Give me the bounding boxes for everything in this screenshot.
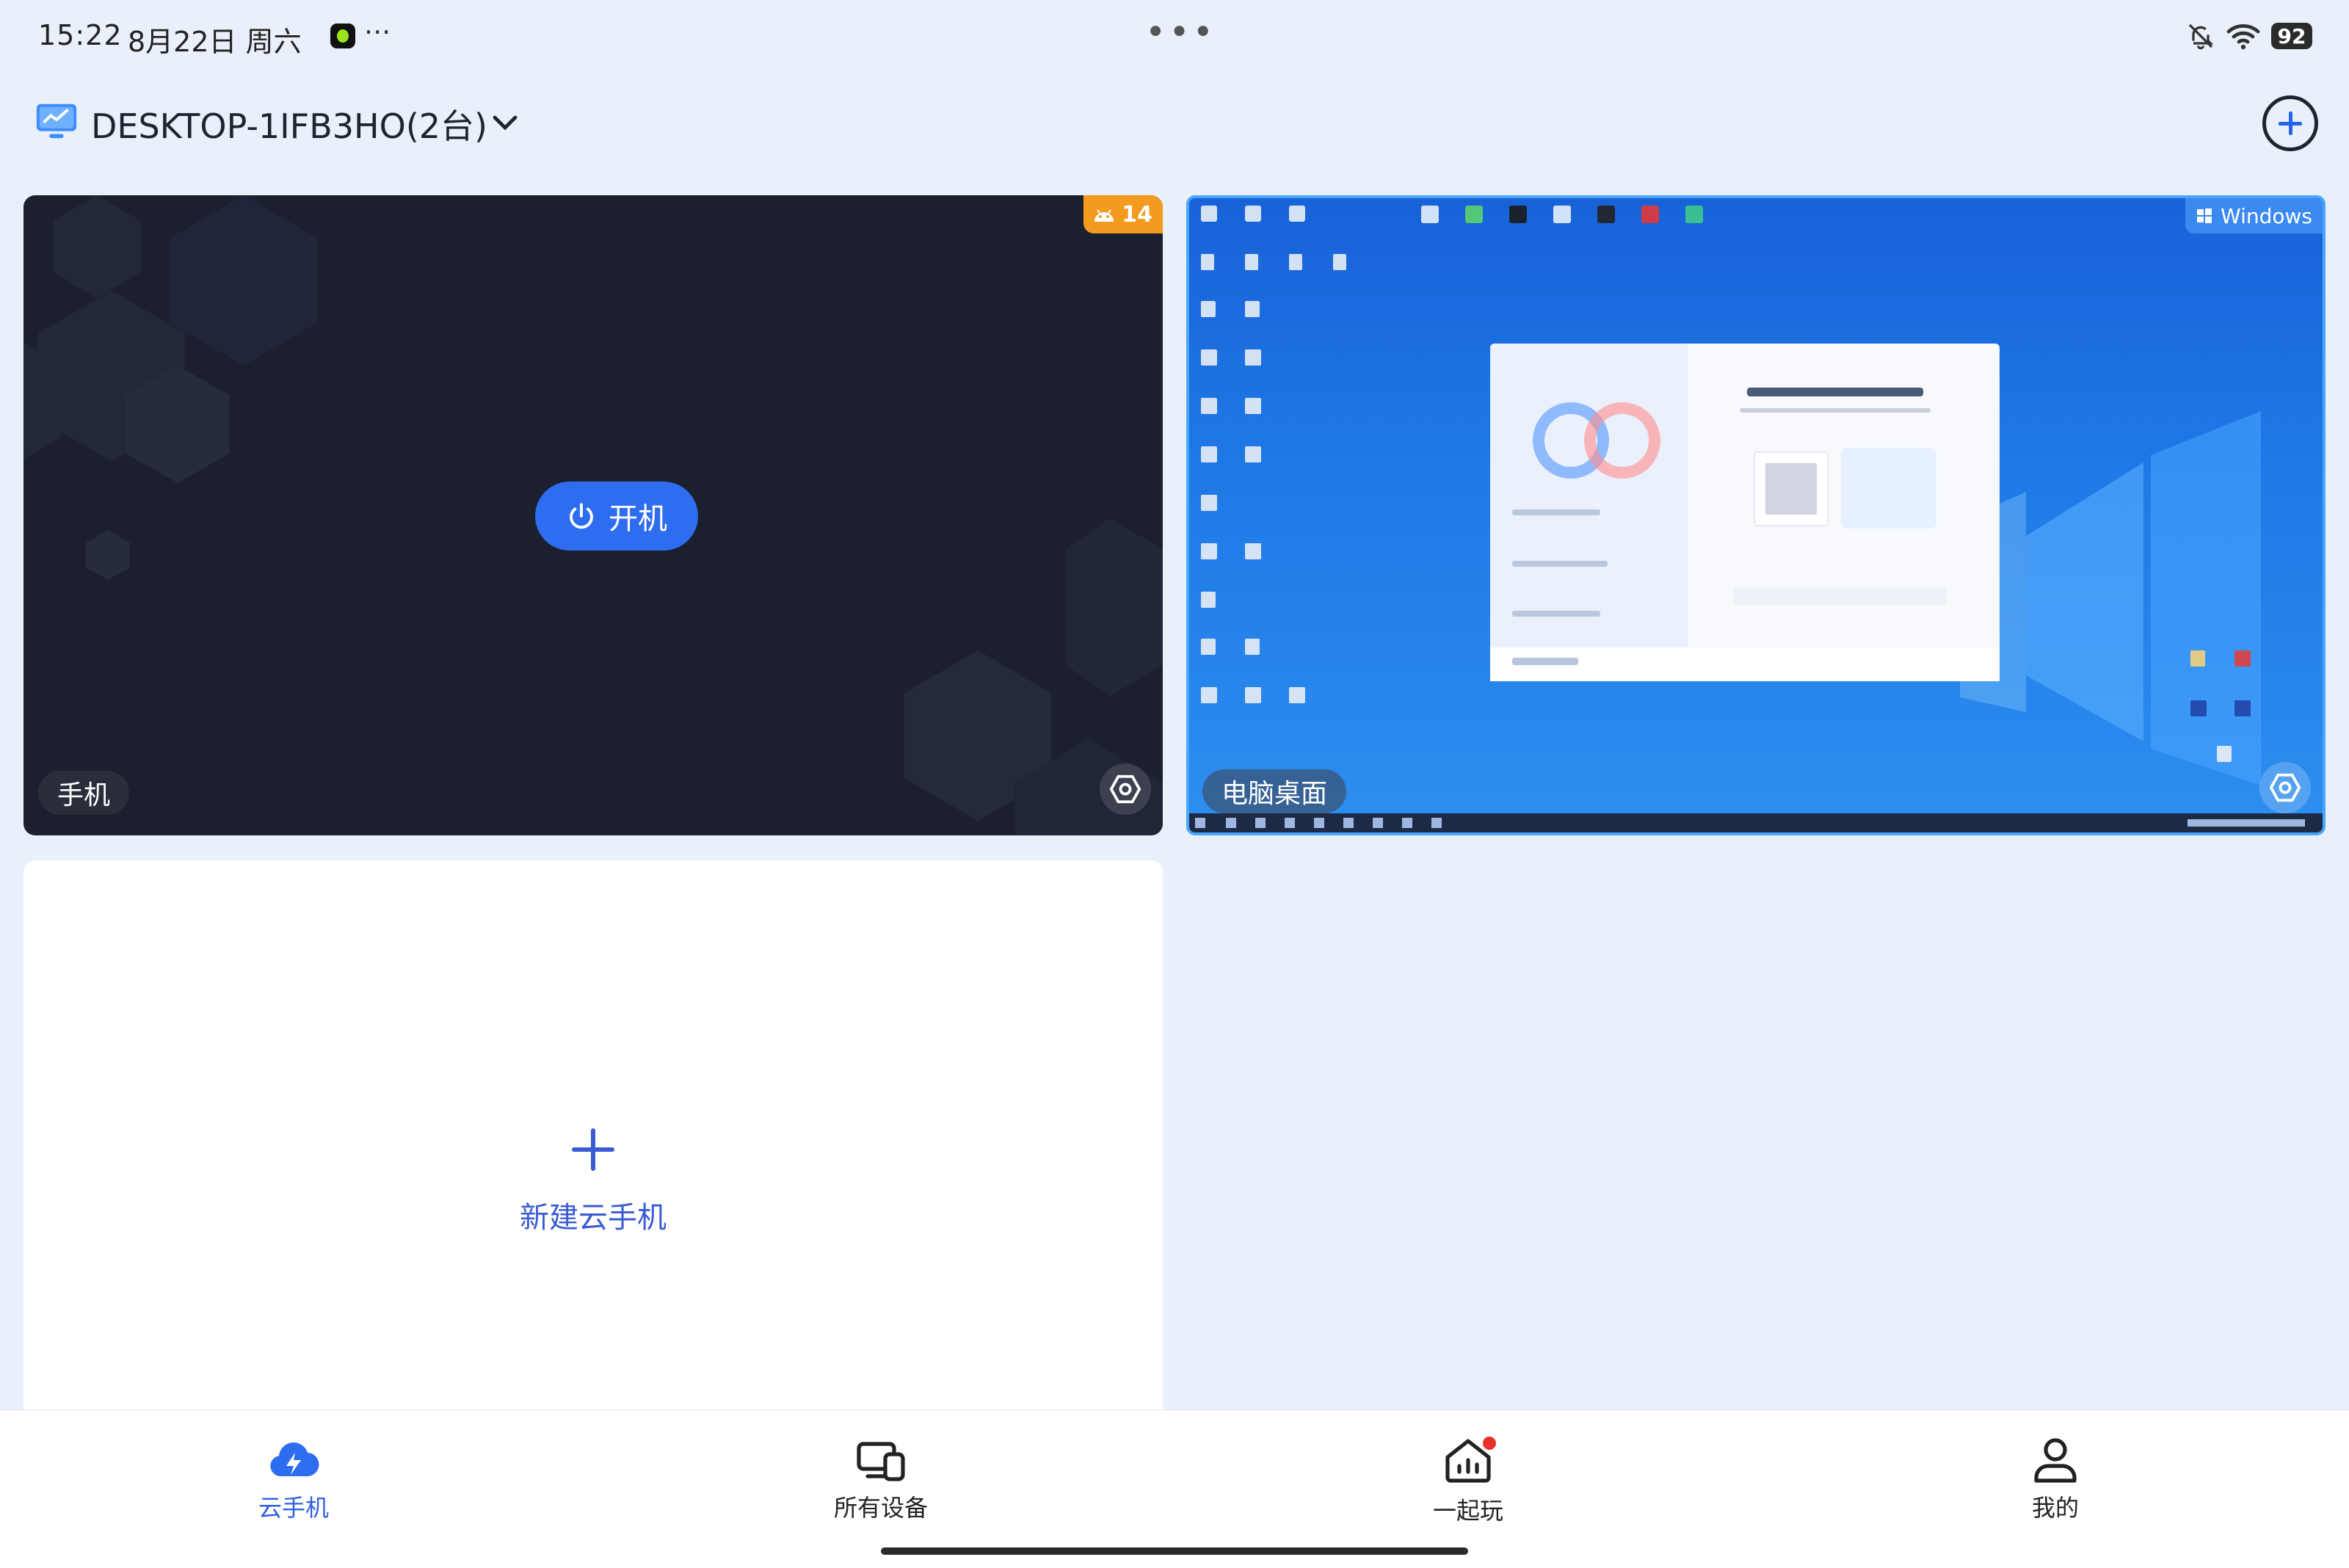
phone-settings-button[interactable]	[1100, 763, 1151, 815]
play-together-icon-wrap	[1442, 1437, 1496, 1487]
add-device-button[interactable]	[2262, 95, 2318, 151]
bottom-nav: 云手机 所有设备 一起玩 我的	[0, 1409, 2349, 1568]
battery-indicator: 92	[2271, 23, 2312, 49]
hexagon-gear-icon	[2269, 773, 2301, 802]
device-selector-title[interactable]: DESKTOP-1IFB3HO(2台)	[91, 100, 487, 148]
windows-os-badge: Windows	[2185, 198, 2323, 233]
phone-type-label: 手机	[57, 780, 111, 810]
nav-label-all-devices: 所有设备	[833, 1494, 928, 1522]
nav-tab-play-together[interactable]: 一起玩	[1380, 1437, 1556, 1526]
desktop-card[interactable]: Windows 电脑桌面	[1186, 195, 2326, 835]
status-time: 15:22	[38, 19, 123, 51]
android-version-badge: 14	[1083, 195, 1163, 233]
hexagon-gear-icon	[1109, 774, 1141, 804]
status-bar: 15:22 8月22日 周六 ··· ••• 92	[0, 0, 2349, 73]
power-icon	[570, 503, 593, 529]
notification-dot	[1483, 1437, 1496, 1450]
desktop-type-chip: 电脑桌面	[1202, 769, 1347, 813]
windows-os-label: Windows	[2221, 203, 2312, 228]
devices-icon	[857, 1442, 905, 1481]
status-more: ···	[364, 16, 391, 48]
person-icon	[2034, 1438, 2077, 1483]
nav-tab-cloud-phone[interactable]: 云手机	[206, 1437, 382, 1523]
wifi-icon	[2226, 23, 2260, 50]
chevron-down-icon[interactable]	[490, 113, 520, 134]
plus-icon	[572, 1128, 614, 1171]
monitor-icon	[36, 104, 77, 139]
nav-label-cloud-phone: 云手机	[258, 1494, 329, 1522]
android-robot-icon	[1094, 209, 1114, 222]
phone-type-chip: 手机	[38, 771, 130, 815]
power-on-button[interactable]: 开机	[535, 482, 698, 551]
windows-desktop-preview	[1189, 206, 2323, 832]
cloud-phone-card[interactable]: 14 开机 手机	[23, 195, 1163, 835]
new-cloud-phone-card[interactable]: 新建云手机	[23, 860, 1163, 1411]
home-indicator[interactable]	[881, 1547, 1468, 1555]
nav-tab-all-devices[interactable]: 所有设备	[793, 1437, 969, 1523]
status-date: 8月22日 周六	[128, 26, 302, 58]
power-on-label: 开机	[609, 502, 667, 536]
header: DESKTOP-1IFB3HO(2台)	[0, 81, 2349, 161]
multitask-dots[interactable]: •••	[1145, 12, 1216, 53]
status-icons: 92	[2186, 19, 2312, 53]
new-cloud-phone-label: 新建云手机	[520, 1201, 667, 1235]
nav-tab-mine[interactable]: 我的	[1967, 1437, 2143, 1523]
desktop-settings-button[interactable]	[2259, 762, 2311, 813]
desktop-type-label: 电脑桌面	[1221, 779, 1328, 809]
nav-label-mine: 我的	[2031, 1494, 2079, 1522]
cloud-lightning-icon	[270, 1442, 319, 1477]
nav-label-play-together: 一起玩	[1432, 1497, 1503, 1525]
windows-logo-icon	[2197, 208, 2212, 223]
app-notification-icon	[330, 23, 355, 48]
android-version-label: 14	[1122, 201, 1152, 228]
bell-muted-icon	[2188, 23, 2214, 50]
